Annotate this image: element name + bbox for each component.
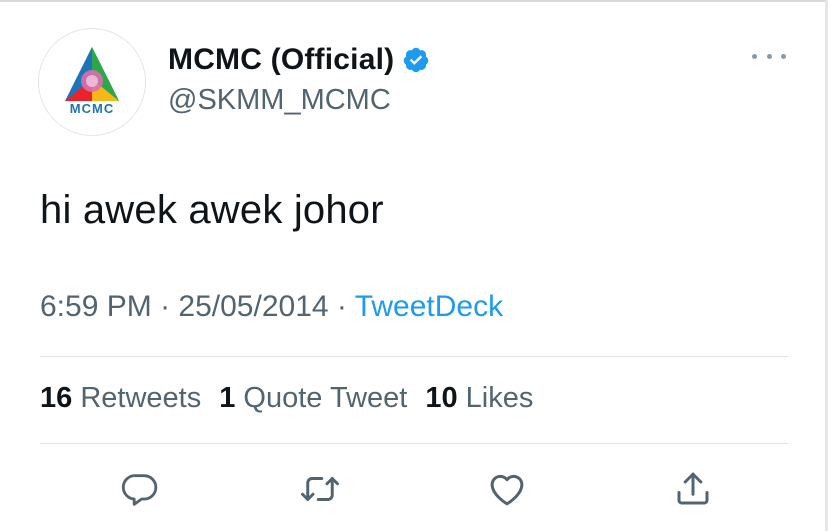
top-border (0, 0, 828, 2)
share-icon (677, 472, 709, 505)
avatar[interactable]: MCMC (38, 28, 146, 136)
like-button[interactable] (485, 467, 529, 511)
verified-badge-icon (404, 47, 429, 73)
divider (40, 443, 788, 444)
divider (40, 356, 788, 357)
retweets-count: 16 (40, 382, 73, 414)
retweets-label: Retweets (80, 382, 202, 414)
tweet-meta: 6:59 PM · 25/05/2014 · TweetDeck (40, 290, 503, 324)
tweet-stats: 16 Retweets 1 Quote Tweet 10 Likes (40, 382, 533, 415)
account-handle[interactable]: @SKMM_MCMC (168, 84, 391, 117)
likes-stat[interactable]: 10 Likes (425, 382, 533, 414)
more-options-icon[interactable] (752, 50, 786, 62)
tweet-date[interactable]: 25/05/2014 (178, 290, 328, 323)
quotes-count: 1 (219, 382, 236, 414)
retweet-icon (301, 477, 339, 501)
reply-button[interactable] (118, 467, 162, 511)
likes-label: Likes (465, 382, 534, 414)
more-dot (766, 53, 772, 59)
quotes-label: Quote Tweet (243, 382, 408, 414)
retweets-stat[interactable]: 16 Retweets (40, 382, 201, 414)
likes-count: 10 (425, 382, 458, 414)
retweet-button[interactable] (298, 467, 342, 511)
quotes-stat[interactable]: 1 Quote Tweet (219, 382, 407, 414)
meta-separator: · (336, 290, 347, 323)
display-name-row: MCMC (Official) (168, 40, 430, 80)
reply-icon (121, 474, 158, 506)
meta-separator: · (160, 290, 171, 323)
tweet-time[interactable]: 6:59 PM (40, 290, 152, 323)
share-button[interactable] (671, 467, 715, 511)
avatar-logo-text: MCMC (70, 101, 114, 116)
more-dot (752, 53, 757, 59)
display-name[interactable]: MCMC (Official) (168, 43, 394, 77)
mcmc-logo: MCMC (65, 47, 119, 116)
tweet-source-link[interactable]: TweetDeck (355, 290, 503, 323)
tweet-text: hi awek awek johor (40, 188, 384, 232)
heart-icon (490, 474, 524, 506)
more-dot (781, 53, 786, 59)
